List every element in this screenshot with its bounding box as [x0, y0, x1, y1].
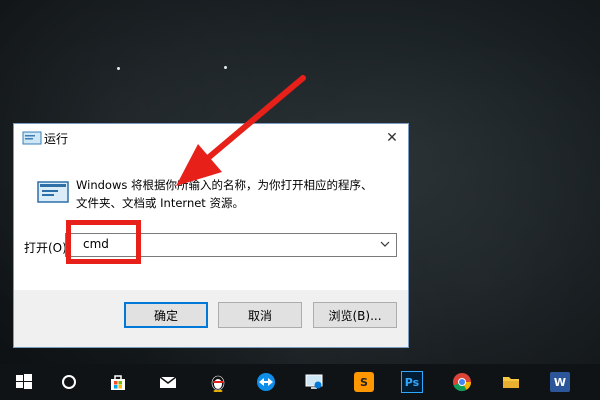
mail-icon	[159, 376, 177, 388]
taskbar-search-button[interactable]	[45, 364, 93, 400]
taskbar-sublime[interactable]: S	[340, 364, 388, 400]
chevron-down-icon[interactable]	[380, 239, 390, 249]
run-app-icon	[22, 131, 42, 145]
windows-start-icon	[16, 374, 32, 389]
taskbar-teamviewer[interactable]	[242, 364, 290, 400]
file-explorer-icon	[503, 377, 519, 388]
taskbar-qq[interactable]	[194, 364, 242, 400]
taskbar: S Ps W	[0, 364, 600, 400]
description-line: Windows 将根据你所输入的名称，为你打开相应的程序、	[76, 178, 373, 192]
cortana-search-icon	[62, 375, 76, 389]
taskbar-start-button[interactable]	[0, 364, 48, 400]
description-line: 文件夹、文档或 Internet 资源。	[76, 196, 244, 210]
run-program-icon	[37, 181, 69, 203]
taskbar-store[interactable]	[94, 364, 142, 400]
photoshop-icon: Ps	[401, 371, 423, 393]
chrome-icon	[453, 373, 471, 392]
taskbar-remote-desktop[interactable]	[290, 364, 338, 400]
cancel-button[interactable]: 取消	[218, 302, 302, 328]
open-label: 打开(O)	[24, 241, 67, 255]
close-icon: ✕	[386, 130, 398, 146]
highlight-box	[66, 220, 141, 264]
taskbar-word[interactable]: W	[536, 364, 584, 400]
teamviewer-icon	[257, 373, 275, 391]
word-icon: W	[550, 372, 570, 392]
taskbar-photoshop[interactable]: Ps	[388, 364, 436, 400]
dialog-title: 运行	[44, 132, 69, 146]
taskbar-file-explorer[interactable]	[487, 364, 535, 400]
ok-button[interactable]: 确定	[124, 302, 208, 328]
browse-button[interactable]: 浏览(B)...	[313, 302, 397, 328]
dialog-description: Windows 将根据你所输入的名称，为你打开相应的程序、 文件夹、文档或 In…	[76, 176, 396, 212]
dialog-footer: 确定 取消 浏览(B)...	[14, 290, 408, 347]
qq-penguin-icon	[211, 375, 225, 392]
sublime-text-icon: S	[354, 372, 374, 392]
remote-desktop-icon	[305, 374, 323, 389]
store-icon	[111, 375, 125, 390]
taskbar-mail[interactable]	[144, 364, 192, 400]
taskbar-chrome[interactable]	[438, 364, 486, 400]
background-speck	[117, 67, 120, 70]
dialog-titlebar: 运行 ✕	[14, 124, 408, 152]
background-speck	[224, 66, 227, 69]
close-button[interactable]: ✕	[380, 126, 404, 150]
